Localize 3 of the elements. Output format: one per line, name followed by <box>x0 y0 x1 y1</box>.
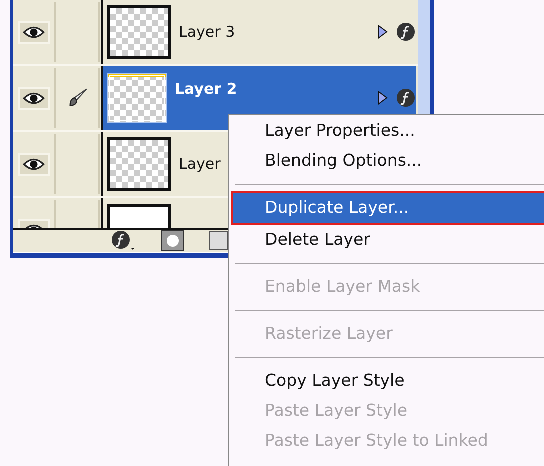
layer-name: Layer 3 <box>179 23 236 41</box>
layer-name: Layer 2 <box>175 80 238 98</box>
layer-name: Layer <box>179 155 221 173</box>
